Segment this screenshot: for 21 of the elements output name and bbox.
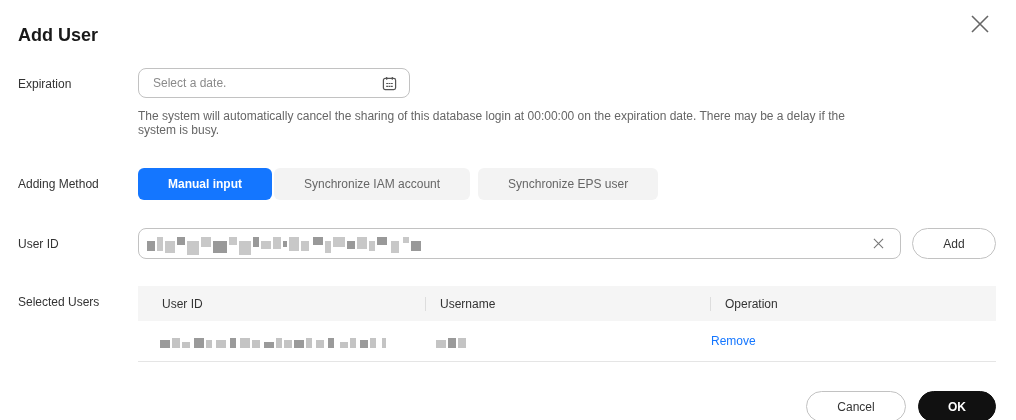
calendar-icon bbox=[382, 75, 397, 91]
field-label: Selected Users bbox=[18, 295, 101, 311]
date-field[interactable]: Select a date. bbox=[138, 68, 410, 98]
clear-icon[interactable] bbox=[873, 238, 885, 249]
column-header: Operation bbox=[710, 296, 996, 311]
field-label: Adding Method bbox=[18, 177, 100, 191]
hint-text: The system will automatically cancel the sharing of this database login at 00:00:00 on the expiration date. There may be a delay if the system is busy. bbox=[138, 109, 846, 137]
remove-link[interactable]: Remove bbox=[711, 334, 756, 348]
close-icon[interactable] bbox=[970, 14, 990, 34]
method-tab[interactable]: Synchronize EPS user bbox=[478, 168, 659, 200]
field-label: User ID bbox=[18, 236, 60, 251]
column-header: User ID bbox=[161, 296, 204, 311]
user-id-field[interactable] bbox=[138, 228, 902, 259]
dialog-title: Add User bbox=[18, 25, 98, 46]
column-header: Username bbox=[425, 296, 710, 311]
cancel-button[interactable]: Cancel bbox=[806, 391, 906, 420]
ok-button[interactable]: OK bbox=[918, 391, 996, 420]
field-label: Expiration bbox=[18, 77, 73, 93]
add-button[interactable]: Add bbox=[912, 228, 996, 259]
method-tab[interactable]: Synchronize IAM account bbox=[274, 168, 471, 200]
method-tab[interactable]: Manual input bbox=[138, 168, 272, 200]
